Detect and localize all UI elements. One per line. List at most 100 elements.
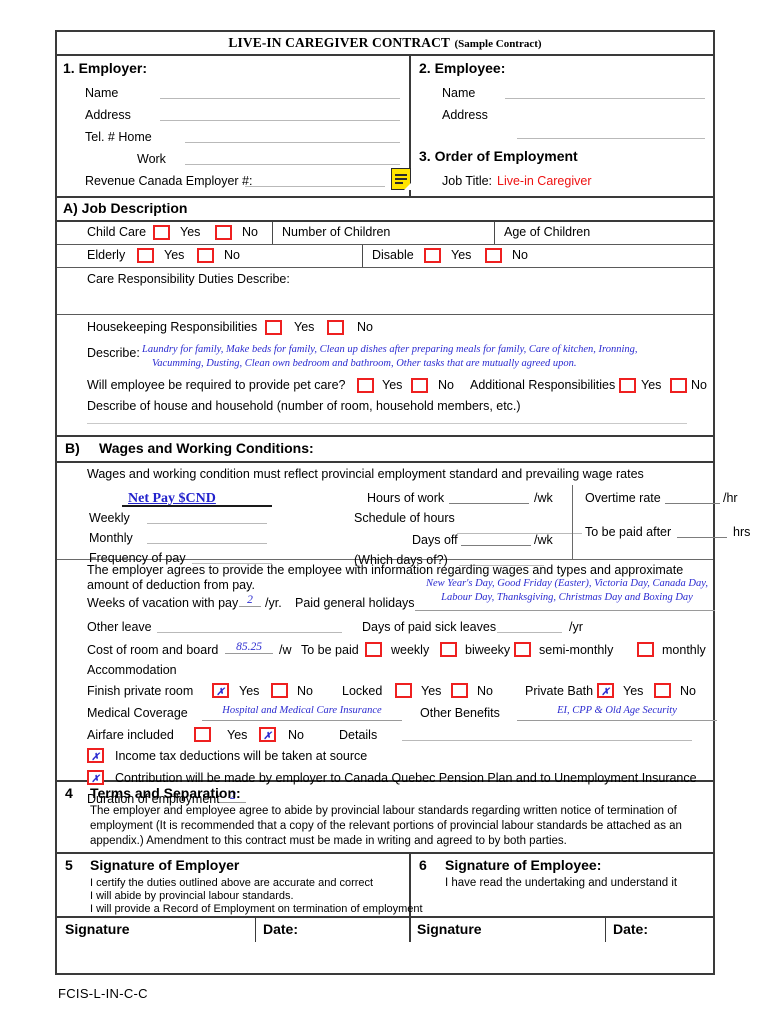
disable-no-label: No: [512, 248, 528, 262]
elderly-no-checkbox[interactable]: [197, 248, 214, 263]
terms-line1: The employer and employee agree to abide…: [90, 805, 677, 817]
deductions-intro-line2: amount of deduction from pay.: [87, 578, 255, 592]
pet-care-no-checkbox[interactable]: [411, 378, 428, 393]
wages-heading-text: Wages and Working Conditions:: [99, 440, 314, 456]
room-board-value[interactable]: 85.25: [225, 641, 273, 654]
paid-semimonthly-checkbox[interactable]: [514, 642, 531, 657]
employee-address-label: Address: [442, 108, 488, 122]
parties-section: 1. Employer: Name Address Tel. # Home Wo…: [57, 56, 713, 198]
sig-date-div2: [409, 918, 411, 942]
care-duties-row: Care Responsibility Duties Describe:: [57, 268, 713, 315]
footer-code: FCIS-L-IN-C-C: [58, 986, 148, 1001]
employer-work-input[interactable]: [185, 152, 400, 165]
signature-label-employee: Signature: [417, 921, 482, 937]
paid-biweekly-label: biweeky: [465, 643, 511, 657]
hours-of-work-input[interactable]: [449, 491, 529, 504]
terms-line3: appendix.) Amendment to this contract mu…: [90, 835, 567, 847]
terms-section: 4 Terms and Separation: The employer and…: [57, 782, 713, 854]
details-input[interactable]: [402, 738, 692, 741]
monthly-input[interactable]: [147, 531, 267, 544]
sick-leave-label: Days of paid sick leaves: [362, 620, 497, 634]
weekly-input[interactable]: [147, 511, 267, 524]
employer-signature-number: 5: [65, 857, 73, 873]
terms-line2: employment (It is recommended that a cop…: [90, 820, 682, 832]
job-title-value: Live-in Caregiver: [497, 174, 592, 188]
describe-line2: Vacumming, Dusting, Clean own bedroom an…: [152, 358, 577, 369]
income-tax-checkbox[interactable]: ✗: [87, 748, 104, 763]
locked-yes-checkbox[interactable]: [395, 683, 412, 698]
care-duties-input[interactable]: [87, 294, 687, 308]
employer-revenue-label: Revenue Canada Employer #:: [85, 174, 253, 188]
disable-no-checkbox[interactable]: [485, 248, 502, 263]
employer-tel-home-input[interactable]: [185, 130, 400, 143]
sticky-note-icon[interactable]: [391, 168, 411, 190]
additional-resp-no-checkbox[interactable]: [670, 378, 687, 393]
paid-biweekly-checkbox[interactable]: [440, 642, 457, 657]
airfare-no-checkbox[interactable]: ✗: [259, 727, 276, 742]
signature-declarations: 5 Signature of Employer I certify the du…: [57, 854, 713, 918]
employee-name-input[interactable]: [505, 86, 705, 99]
disable-yes-label: Yes: [451, 248, 472, 262]
employer-revenue-input[interactable]: [245, 174, 385, 187]
to-be-paid-after-input[interactable]: [677, 525, 727, 538]
child-care-yes-checkbox[interactable]: [153, 225, 170, 240]
employer-address-input[interactable]: [160, 108, 400, 121]
employer-heading: 1. Employer:: [63, 60, 148, 76]
wages-right-divider: [572, 485, 573, 559]
finish-private-room-label: Finish private room: [87, 684, 194, 698]
x-mark: ✗: [263, 731, 272, 742]
paid-weekly-checkbox[interactable]: [365, 642, 382, 657]
housekeeping-yes-label: Yes: [294, 320, 315, 334]
elderly-yes-checkbox[interactable]: [137, 248, 154, 263]
child-care-yes-label: Yes: [180, 225, 201, 239]
airfare-yes-checkbox[interactable]: [194, 727, 211, 742]
days-off-label: Days off: [412, 533, 458, 547]
overtime-input[interactable]: [665, 491, 720, 504]
child-care-div1: [272, 222, 273, 244]
housekeeping-no-checkbox[interactable]: [327, 320, 344, 335]
x-mark: ✗: [601, 687, 610, 698]
job-title-label: Job Title:: [442, 174, 493, 188]
housekeeping-yes-checkbox[interactable]: [265, 320, 282, 335]
employee-declaration-line1: I have read the undertaking and understa…: [445, 877, 678, 889]
paid-monthly-checkbox[interactable]: [637, 642, 654, 657]
other-leave-input[interactable]: [157, 620, 342, 633]
wages-heading-letter: B): [65, 440, 80, 456]
private-bath-no-checkbox[interactable]: [654, 683, 671, 698]
describe-line1: Laundry for family, Make beds for family…: [142, 344, 638, 355]
to-be-paid-after-hrs: hrs: [733, 525, 751, 539]
other-benefits-underline: [517, 718, 717, 721]
pet-care-yes-checkbox[interactable]: [357, 378, 374, 393]
deductions-section: The employer agrees to provide the emplo…: [57, 560, 717, 806]
additional-resp-yes-checkbox[interactable]: [619, 378, 636, 393]
hours-per-wk: /wk: [534, 491, 553, 505]
days-off-input[interactable]: [461, 533, 531, 546]
schedule-label: Schedule of hours: [354, 511, 455, 525]
private-bath-yes-checkbox[interactable]: ✗: [597, 683, 614, 698]
employer-tel-home-label: Tel. # Home: [85, 130, 152, 144]
pet-care-yes-label: Yes: [382, 378, 403, 392]
locked-no-checkbox[interactable]: [451, 683, 468, 698]
elderly-row: Elderly Yes No Disable Yes No: [57, 245, 713, 268]
medical-coverage-label: Medical Coverage: [87, 706, 188, 720]
employer-name-input[interactable]: [160, 86, 400, 99]
vacation-value[interactable]: 2: [239, 594, 261, 607]
medical-coverage-value: Hospital and Medical Care Insurance: [222, 705, 382, 716]
holidays-line1: New Year's Day, Good Friday (Easter), Vi…: [426, 578, 708, 589]
pet-care-label: Will employee be required to provide pet…: [87, 378, 346, 392]
child-care-no-checkbox[interactable]: [215, 225, 232, 240]
deductions-intro-line1: The employer agrees to provide the emplo…: [87, 563, 684, 577]
job-description-heading: A) Job Description: [63, 200, 188, 216]
house-describe-input[interactable]: [87, 423, 687, 424]
private-bath-yes-label: Yes: [623, 684, 644, 698]
disable-yes-checkbox[interactable]: [424, 248, 441, 263]
finish-private-room-yes-checkbox[interactable]: ✗: [212, 683, 229, 698]
child-care-label: Child Care: [87, 225, 147, 239]
finish-private-room-no-checkbox[interactable]: [271, 683, 288, 698]
employee-address-input[interactable]: [517, 126, 705, 139]
vacation-label: Weeks of vacation with pay: [87, 596, 239, 610]
finish-private-room-yes-label: Yes: [239, 684, 260, 698]
sick-leave-input[interactable]: [497, 620, 562, 633]
employee-heading: 2. Employee:: [419, 60, 506, 76]
airfare-no-label: No: [288, 728, 304, 742]
